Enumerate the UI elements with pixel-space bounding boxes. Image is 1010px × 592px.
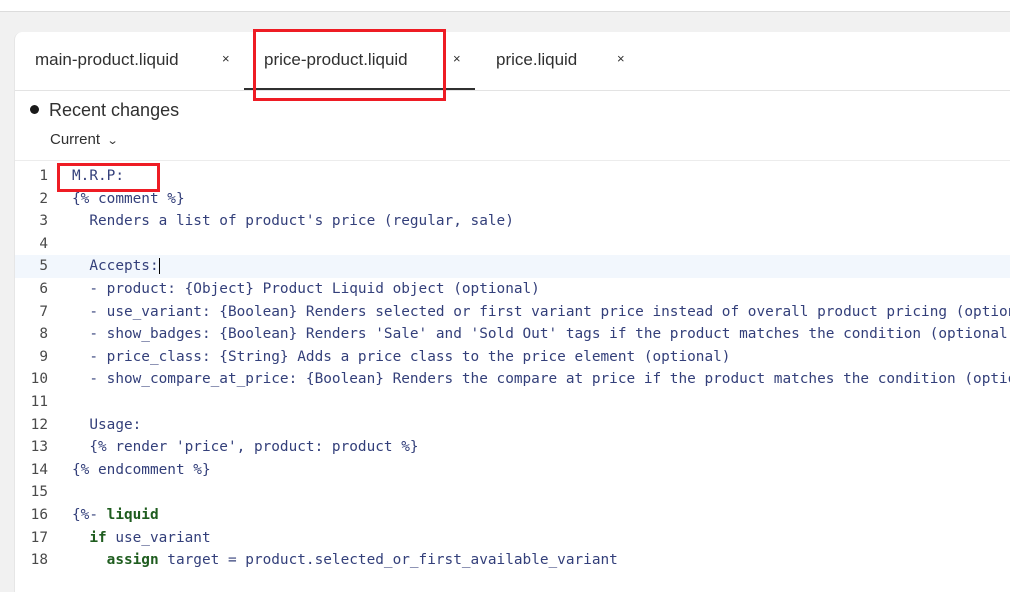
code-line[interactable]: 17 if use_variant bbox=[15, 527, 1010, 550]
code-text: assign target = product.selected_or_firs… bbox=[106, 552, 618, 569]
code-text: if use_variant bbox=[89, 529, 211, 546]
tab-label: price.liquid bbox=[496, 50, 578, 69]
line-number: 9 bbox=[39, 348, 48, 365]
unsaved-dot-icon bbox=[30, 104, 39, 114]
line-number: 11 bbox=[30, 394, 48, 410]
line-number: 4 bbox=[39, 235, 48, 252]
chevron-down-icon: ⌄ bbox=[106, 135, 119, 147]
tab-label: main-product.liquid bbox=[35, 50, 179, 69]
tab-main-product[interactable]: main-product.liquid × bbox=[15, 32, 243, 89]
code-text: Usage: bbox=[72, 416, 142, 433]
code-text: Accepts: bbox=[72, 258, 160, 275]
code-line[interactable]: 14 {% endcomment %} bbox=[15, 459, 1010, 482]
code-text: {% comment %} bbox=[72, 190, 185, 207]
line-number: 18 bbox=[30, 552, 48, 569]
version-label: Current bbox=[50, 131, 101, 148]
line-number: 10 bbox=[30, 371, 48, 388]
line-number: 5 bbox=[39, 258, 48, 275]
file-tabs: main-product.liquid × price-product.liqu… bbox=[15, 32, 1010, 91]
line-number: 12 bbox=[30, 416, 48, 433]
line-number: 13 bbox=[30, 439, 48, 456]
code-line[interactable]: 6 - product: {Object} Product Liquid obj… bbox=[15, 278, 1010, 301]
code-text: - show_compare_at_price: {Boolean} Rende… bbox=[72, 371, 1010, 388]
code-line[interactable]: 5 Accepts: bbox=[15, 255, 1010, 279]
code-text: - use_variant: {Boolean} Renders selecte… bbox=[72, 303, 1010, 320]
recent-changes-title: Recent changes bbox=[30, 100, 179, 121]
code-text: - price_class: {String} Adds a price cla… bbox=[72, 348, 731, 365]
close-icon[interactable]: × bbox=[617, 51, 625, 66]
close-icon[interactable]: × bbox=[222, 51, 230, 66]
editor-panel: main-product.liquid × price-product.liqu… bbox=[14, 32, 1010, 592]
line-number: 14 bbox=[30, 461, 48, 478]
version-dropdown[interactable]: Current ⌄ bbox=[50, 131, 119, 148]
code-line[interactable]: 4 bbox=[15, 233, 1010, 256]
code-line[interactable]: 8 - show_badges: {Boolean} Renders 'Sale… bbox=[15, 323, 1010, 346]
code-text: - product: {Object} Product Liquid objec… bbox=[72, 281, 540, 297]
code-line[interactable]: 2 {% comment %} bbox=[15, 188, 1010, 211]
line-number: 8 bbox=[39, 326, 48, 343]
line-number: 17 bbox=[30, 529, 48, 546]
code-line[interactable]: 18 assign target = product.selected_or_f… bbox=[15, 549, 1010, 572]
tab-price-product[interactable]: price-product.liquid bbox=[244, 32, 475, 90]
code-line[interactable]: 13 {% render 'price', product: product %… bbox=[15, 436, 1010, 459]
code-line[interactable]: 12 Usage: bbox=[15, 414, 1010, 437]
code-text: - show_badges: {Boolean} Renders 'Sale' … bbox=[72, 326, 1010, 343]
close-icon[interactable]: × bbox=[453, 32, 473, 89]
code-line[interactable]: 7 - use_variant: {Boolean} Renders selec… bbox=[15, 301, 1010, 324]
line-number: 3 bbox=[39, 213, 48, 230]
code-line[interactable]: 3 Renders a list of product's price (reg… bbox=[15, 210, 1010, 233]
line-number: 2 bbox=[39, 190, 48, 207]
tab-label: price-product.liquid bbox=[264, 50, 408, 69]
line-number: 15 bbox=[30, 484, 48, 501]
code-editor[interactable]: 1 M.R.P: 2 {% comment %} 3 Renders a list of… bbox=[15, 160, 1010, 592]
code-text: {% endcomment %} bbox=[72, 461, 211, 478]
code-line[interactable]: 1 M.R.P: bbox=[15, 165, 1010, 188]
code-line[interactable]: 15 bbox=[15, 481, 1010, 504]
code-text: {% render 'price', product: product %} bbox=[72, 439, 419, 456]
code-line[interactable]: 10 - show_compare_at_price: {Boolean} Re… bbox=[15, 368, 1010, 391]
line-number: 1 bbox=[39, 168, 48, 184]
line-number: 16 bbox=[30, 507, 48, 523]
line-number: 7 bbox=[39, 303, 48, 320]
code-line[interactable]: 9 - price_class: {String} Adds a price c… bbox=[15, 346, 1010, 369]
code-line[interactable]: 11 bbox=[15, 391, 1010, 414]
code-text: Renders a list of product's price (regul… bbox=[72, 213, 514, 230]
code-line[interactable]: 16 {%- liquid bbox=[15, 504, 1010, 527]
text-cursor bbox=[158, 258, 160, 275]
tab-price[interactable]: price.liquid × bbox=[476, 32, 636, 89]
top-bar bbox=[0, 0, 1010, 12]
code-text: {%- liquid bbox=[72, 507, 159, 523]
code-text: M.R.P: bbox=[72, 168, 124, 184]
line-number: 6 bbox=[39, 281, 48, 297]
